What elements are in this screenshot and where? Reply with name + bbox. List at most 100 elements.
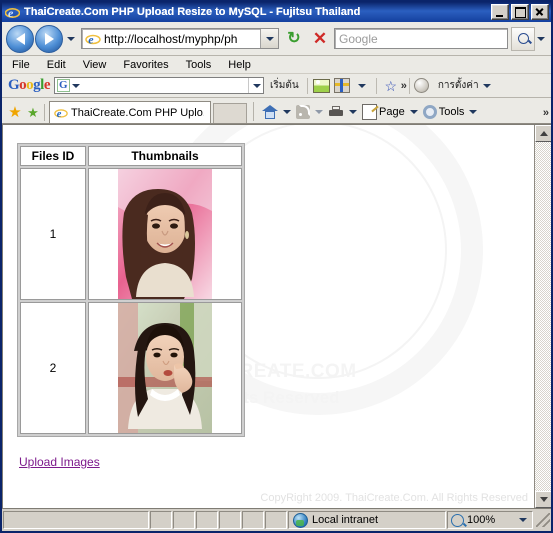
status-message-panel	[3, 511, 149, 529]
tab-and-command-bar: ★ ★ e ThaiCreate.Com PHP Uplo... Page To…	[2, 98, 551, 124]
menu-edit[interactable]: Edit	[47, 59, 66, 71]
recent-pages-button[interactable]	[64, 26, 77, 52]
cell-files-id: 2	[20, 302, 86, 434]
address-dropdown-button[interactable]	[260, 29, 278, 48]
search-icon	[517, 33, 529, 44]
navigation-bar: e http://localhost/myphp/ph ↻ ✕ Google	[2, 22, 551, 56]
google-logo: Google	[8, 77, 51, 93]
feeds-button[interactable]	[294, 101, 312, 123]
google-gadgets-button[interactable]	[333, 77, 351, 95]
vertical-scrollbar[interactable]	[534, 125, 551, 508]
page-menu-button[interactable]: Page	[360, 101, 407, 123]
tools-menu-dropdown[interactable]	[467, 101, 479, 123]
web-page: THAICREATE.COM All Rights Reserved Files…	[2, 125, 534, 508]
internet-explorer-icon: e	[4, 5, 21, 20]
arrow-up-icon	[539, 131, 548, 136]
google-start-label[interactable]: เริ่มต้น	[270, 78, 299, 93]
google-g-icon: G	[57, 79, 70, 92]
google-search-dropdown[interactable]	[248, 78, 263, 93]
home-dropdown[interactable]	[281, 101, 293, 123]
status-panel-1	[150, 511, 172, 529]
security-zone-panel[interactable]: Local intranet	[288, 511, 446, 529]
menu-tools[interactable]: Tools	[186, 59, 212, 71]
chevron-down-icon	[265, 36, 274, 41]
zoom-panel[interactable]: 100%	[447, 511, 533, 529]
google-gadgets-dropdown[interactable]	[353, 77, 371, 95]
divider	[44, 104, 45, 121]
google-settings-orb-icon	[413, 78, 429, 93]
search-go-button[interactable]	[511, 26, 535, 51]
status-panel-6	[265, 511, 287, 529]
chevron-down-icon[interactable]	[519, 518, 527, 522]
star-plus-icon: ★	[27, 104, 39, 120]
maximize-button[interactable]	[511, 4, 529, 20]
browser-window: e ThaiCreate.Com PHP Upload Resize to My…	[0, 0, 553, 533]
home-button[interactable]	[260, 101, 280, 123]
favorites-center-button[interactable]: ★	[6, 101, 24, 123]
status-bar: Local intranet 100%	[2, 509, 551, 531]
command-bar-overflow-button[interactable]: »	[543, 107, 549, 123]
thumbnail-image-2[interactable]	[118, 303, 212, 433]
address-bar[interactable]: e http://localhost/myphp/ph	[81, 28, 279, 49]
scroll-down-button[interactable]	[535, 491, 551, 508]
feeds-dropdown[interactable]	[313, 101, 325, 123]
add-favorite-button[interactable]: ★	[24, 101, 42, 123]
chevron-down-icon	[469, 110, 478, 114]
google-photos-button[interactable]	[313, 77, 331, 95]
minimize-button[interactable]	[491, 4, 509, 20]
menu-file[interactable]: File	[12, 59, 30, 71]
resize-grip[interactable]	[536, 513, 550, 527]
new-tab-button[interactable]	[213, 103, 247, 123]
arrow-right-icon	[44, 32, 54, 45]
close-button[interactable]	[531, 4, 549, 20]
tools-menu-button[interactable]: Tools	[421, 101, 467, 123]
google-more-button[interactable]: »	[401, 80, 407, 92]
page-menu-dropdown[interactable]	[408, 101, 420, 123]
svg-text:e: e	[8, 6, 14, 20]
status-panel-2	[173, 511, 195, 529]
menu-view[interactable]: View	[83, 59, 107, 71]
chevron-down-icon	[315, 110, 323, 114]
printer-icon	[328, 105, 344, 119]
chevron-down-icon[interactable]	[71, 83, 80, 88]
print-dropdown[interactable]	[347, 101, 359, 123]
stop-button[interactable]: ✕	[308, 27, 332, 51]
page-menu-label: Page	[379, 106, 405, 118]
search-input[interactable]: Google	[339, 32, 378, 46]
upload-images-link[interactable]: Upload Images	[19, 455, 100, 469]
chevron-down-icon	[253, 83, 262, 88]
rss-icon	[296, 105, 310, 119]
google-toolbar: Google G เริ่มต้น ☆ » การตั้งค่า	[2, 74, 551, 98]
thumbnails-table: Files ID Thumbnails 1 2	[17, 143, 245, 437]
address-input[interactable]: http://localhost/myphp/ph	[104, 32, 260, 46]
browser-tab[interactable]: e ThaiCreate.Com PHP Uplo...	[49, 101, 211, 123]
cell-files-id: 1	[20, 168, 86, 300]
refresh-button[interactable]: ↻	[282, 27, 306, 51]
menu-help[interactable]: Help	[228, 59, 251, 71]
status-panel-5	[242, 511, 264, 529]
table-header-row: Files ID Thumbnails	[20, 146, 242, 166]
picture-icon	[313, 78, 331, 93]
page-favicon-icon: e	[85, 31, 101, 47]
title-bar: e ThaiCreate.Com PHP Upload Resize to My…	[2, 2, 551, 22]
chevron-down-icon[interactable]	[482, 83, 491, 88]
thumbnail-image-1[interactable]	[118, 169, 212, 299]
zoom-level: 100%	[467, 514, 496, 526]
print-button[interactable]	[326, 101, 346, 123]
scroll-up-button[interactable]	[535, 125, 551, 142]
chevron-down-icon	[537, 36, 545, 41]
search-box[interactable]: Google	[334, 28, 508, 49]
home-icon	[262, 105, 278, 119]
menu-bar: File Edit View Favorites Tools Help	[2, 56, 551, 74]
google-search-box[interactable]: G	[54, 77, 265, 94]
google-bookmarks-button[interactable]: ☆	[382, 77, 400, 95]
search-provider-dropdown[interactable]	[535, 36, 547, 41]
menu-favorites[interactable]: Favorites	[123, 59, 168, 71]
back-button[interactable]	[6, 24, 34, 53]
table-row: 1	[20, 168, 242, 300]
zoom-icon	[451, 513, 464, 527]
google-settings-label[interactable]: การตั้งค่า	[438, 78, 479, 93]
svg-text:e: e	[88, 32, 94, 46]
forward-button[interactable]	[35, 24, 63, 53]
column-header-files-id: Files ID	[20, 146, 86, 166]
